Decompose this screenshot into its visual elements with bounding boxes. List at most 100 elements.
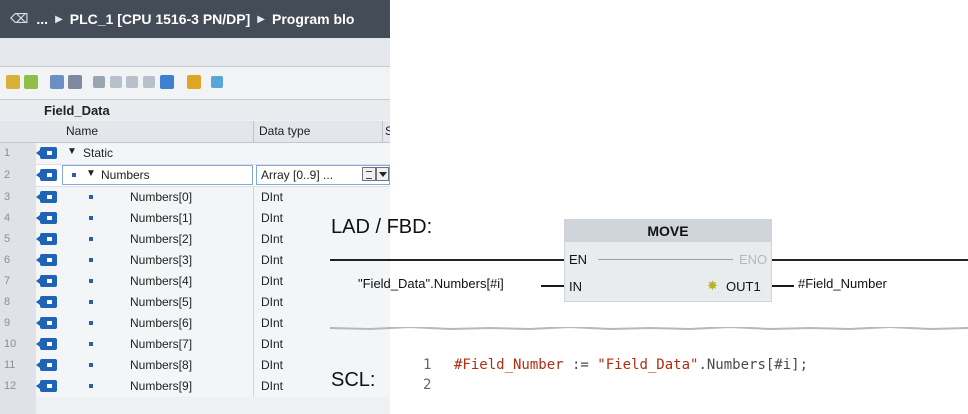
column-header-start-value[interactable]: S <box>385 124 390 138</box>
block-title: Field_Data <box>44 103 110 118</box>
column-header-name[interactable]: Name <box>66 124 98 138</box>
output-operand[interactable]: #Field_Number <box>798 276 887 291</box>
expand-arrow-icon[interactable]: ▼ <box>86 168 96 179</box>
variable-icon <box>36 191 57 203</box>
row-number: 4 <box>0 208 36 229</box>
row-name: Numbers[8] <box>130 358 193 372</box>
code-assign-operator: := <box>563 357 598 373</box>
table-header: Name Data type S <box>0 121 390 143</box>
row-data-type: DInt <box>261 358 284 372</box>
row-number: 7 <box>0 271 36 292</box>
code-variable: #Field_Number <box>454 357 564 373</box>
bullet-icon <box>89 363 93 367</box>
variable-icon <box>36 317 57 329</box>
input-operand[interactable]: "Field_Data".Numbers[#i] <box>358 276 504 291</box>
row-data-type[interactable]: Array [0..9] ... <box>261 168 333 182</box>
data-type-dropdown-button[interactable] <box>376 167 389 181</box>
row-number: 12 <box>0 376 36 397</box>
variable-icon <box>36 212 57 224</box>
row-number <box>0 397 36 414</box>
window-grip-icon[interactable]: ⌫ <box>10 11 28 27</box>
variable-icon <box>36 169 57 181</box>
breadcrumb-program-blocks[interactable]: Program blo <box>272 11 354 27</box>
toolbar <box>0 67 390 100</box>
table-row[interactable]: 10 Numbers[7] DInt <box>0 334 390 356</box>
title-bar: ⌫ ... ▶ PLC_1 [CPU 1516-3 PN/DP] ▶ Progr… <box>0 0 390 38</box>
breadcrumb-ellipsis[interactable]: ... <box>36 11 48 27</box>
cell-divider <box>253 292 254 313</box>
table-row[interactable]: 3 Numbers[0] DInt <box>0 187 390 209</box>
eno-pin: ENO <box>739 252 768 267</box>
row-name: Numbers[1] <box>130 211 193 225</box>
row-data-type: DInt <box>261 211 284 225</box>
table-row[interactable]: 8 Numbers[5] DInt <box>0 292 390 314</box>
breadcrumb-plc[interactable]: PLC_1 [CPU 1516-3 PN/DP] <box>70 11 251 27</box>
variable-icon <box>36 359 57 371</box>
bullet-icon <box>72 173 76 177</box>
bullet-icon <box>89 342 93 346</box>
bullet-icon <box>89 279 93 283</box>
cell-divider <box>253 229 254 250</box>
expand-arrow-icon[interactable]: ▼ <box>67 146 77 157</box>
line-number: 2 <box>423 377 432 393</box>
row-name: Numbers[2] <box>130 232 193 246</box>
row-number: 11 <box>0 355 36 376</box>
bullet-icon <box>89 384 93 388</box>
collapse-all-icon[interactable] <box>68 75 82 89</box>
row-data-type: DInt <box>261 379 284 393</box>
row-data-type: DInt <box>261 316 284 330</box>
lad-fbd-label: LAD / FBD: <box>331 216 433 238</box>
row-data-type: DInt <box>261 274 284 288</box>
row-name[interactable]: Numbers <box>101 168 150 182</box>
cell-divider <box>253 250 254 271</box>
column-divider[interactable] <box>253 121 254 142</box>
cell-divider <box>253 355 254 376</box>
variable-icon <box>36 233 57 245</box>
bullet-icon <box>89 300 93 304</box>
add-row-icon[interactable] <box>24 75 38 89</box>
table-row[interactable]: 1 ▼ Static <box>0 143 390 165</box>
scl-code-line[interactable]: #Field_Number := "Field_Data".Numbers[#i… <box>454 357 808 373</box>
table-row[interactable]: 2 ▼ Numbers Array [0..9] ... <box>0 165 390 187</box>
bullet-icon <box>89 321 93 325</box>
row-data-type: DInt <box>261 232 284 246</box>
table-row[interactable]: 6 Numbers[3] DInt <box>0 250 390 272</box>
row-data-type: DInt <box>261 190 284 204</box>
add-output-icon[interactable]: ✸ <box>707 278 718 294</box>
row-data-type: DInt <box>261 253 284 267</box>
bullet-icon <box>89 237 93 241</box>
column-divider[interactable] <box>382 121 383 142</box>
monitor-icon[interactable] <box>187 75 201 89</box>
variable-icon <box>36 296 57 308</box>
static-section-icon <box>36 147 57 159</box>
bullet-icon <box>89 216 93 220</box>
row-name: Numbers[0] <box>130 190 193 204</box>
row-number: 6 <box>0 250 36 271</box>
snapshot-icon[interactable] <box>93 76 105 88</box>
table-row[interactable]: 7 Numbers[4] DInt <box>0 271 390 293</box>
cell-divider <box>253 271 254 292</box>
en-eno-line <box>598 259 733 260</box>
cell-divider <box>253 313 254 334</box>
settings-view-icon[interactable] <box>160 75 174 89</box>
cell-divider <box>253 334 254 355</box>
variable-icon <box>36 254 57 266</box>
output-wire <box>772 285 794 287</box>
out1-pin: OUT1 <box>726 279 761 294</box>
tab-strip <box>0 38 390 67</box>
column-header-data-type[interactable]: Data type <box>259 124 310 138</box>
load-start-values-icon[interactable] <box>143 76 155 88</box>
row-name: Numbers[9] <box>130 379 193 393</box>
bullet-icon <box>89 195 93 199</box>
row-name: Numbers[3] <box>130 253 193 267</box>
code-array-access: .Numbers[#i]; <box>698 357 809 373</box>
array-details-button[interactable] <box>362 167 376 181</box>
copy-snapshot-icon[interactable] <box>110 76 122 88</box>
expand-all-icon[interactable] <box>50 75 64 89</box>
table-row[interactable]: 9 Numbers[6] DInt <box>0 313 390 335</box>
monitor-all-icon[interactable] <box>211 76 223 88</box>
insert-row-icon[interactable] <box>6 75 20 89</box>
table-row-partial <box>0 397 390 414</box>
row-number: 8 <box>0 292 36 313</box>
copy-start-values-icon[interactable] <box>126 76 138 88</box>
